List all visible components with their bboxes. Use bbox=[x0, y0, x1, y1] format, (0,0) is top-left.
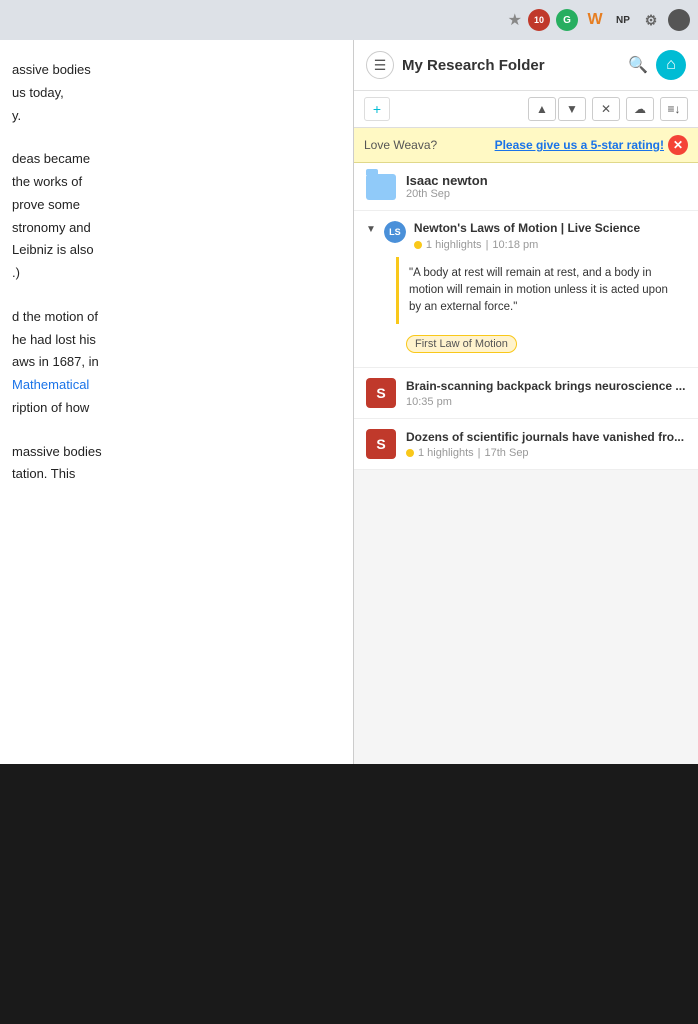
article-line: stronomy and bbox=[12, 218, 341, 239]
banner-link[interactable]: Please give us a 5-star rating! bbox=[495, 138, 664, 152]
article-text-panel: assive bodies us today, y. deas became t… bbox=[0, 40, 353, 764]
article-line: aws in 1687, in bbox=[12, 352, 341, 373]
cloud-icon: ☁ bbox=[634, 102, 646, 116]
science-news-favicon-1: S bbox=[366, 378, 396, 408]
avatar[interactable] bbox=[668, 9, 690, 31]
news-highlights-2: 1 highlights bbox=[418, 447, 474, 459]
highlight-dot-2 bbox=[406, 449, 414, 457]
article-line: massive bodies bbox=[12, 442, 341, 463]
source-item-info: Newton's Laws of Motion | Live Science 1… bbox=[414, 221, 686, 251]
news-title-2: Dozens of scientific journals have vanis… bbox=[406, 430, 684, 446]
home-icon: ⌂ bbox=[666, 56, 676, 74]
browser-chrome: ★ 10 G W NP ⚙ bbox=[0, 0, 698, 40]
article-line: deas became bbox=[12, 149, 341, 170]
weava-panel: ☰ My Research Folder 🔍 ⌂ + ▲ ▼ bbox=[353, 40, 698, 764]
home-button[interactable]: ⌂ bbox=[656, 50, 686, 80]
bookmark-icon[interactable]: ★ bbox=[508, 10, 522, 30]
main-area: assive bodies us today, y. deas became t… bbox=[0, 40, 698, 764]
folder-date: 20th Sep bbox=[406, 188, 488, 200]
panel-toolbar: + ▲ ▼ ✕ ☁ ≡↓ bbox=[354, 91, 698, 128]
chevron-down-icon: ▼ bbox=[566, 102, 578, 116]
article-line: Mathematical bbox=[12, 375, 341, 396]
panel-header: ☰ My Research Folder 🔍 ⌂ bbox=[354, 40, 698, 91]
quote-text: "A body at rest will remain at rest, and… bbox=[409, 267, 668, 314]
tag-row: First Law of Motion bbox=[396, 330, 686, 357]
folder-name: Isaac newton bbox=[406, 173, 488, 188]
panel-title: My Research Folder bbox=[402, 57, 620, 74]
meta-separator: | bbox=[486, 239, 489, 251]
highlight-quote-box: "A body at rest will remain at rest, and… bbox=[396, 257, 686, 325]
panel-menu-button[interactable]: ☰ bbox=[366, 51, 394, 79]
tag-label[interactable]: First Law of Motion bbox=[406, 335, 517, 353]
add-folder-button[interactable]: + bbox=[364, 97, 390, 121]
article-line: us today, bbox=[12, 83, 341, 104]
article-line: assive bodies bbox=[12, 60, 341, 81]
news-item-info-2: Dozens of scientific journals have vanis… bbox=[406, 430, 684, 460]
article-line: d the motion of bbox=[12, 307, 341, 328]
news-meta-2: 1 highlights | 17th Sep bbox=[406, 447, 684, 459]
list-view-button[interactable]: ≡↓ bbox=[660, 97, 688, 121]
sort-controls: ▲ ▼ bbox=[528, 97, 586, 121]
source-item: ▼ LS Newton's Laws of Motion | Live Scie… bbox=[354, 211, 698, 368]
mathematical-link[interactable]: Mathematical bbox=[12, 377, 89, 392]
source-item-header: ▼ LS Newton's Laws of Motion | Live Scie… bbox=[366, 221, 686, 251]
livescience-favicon: LS bbox=[384, 221, 406, 243]
cloud-sync-button[interactable]: ☁ bbox=[626, 97, 654, 121]
news-item-2[interactable]: S Dozens of scientific journals have van… bbox=[354, 419, 698, 470]
banner-close-button[interactable]: ✕ bbox=[668, 135, 688, 155]
folder-item[interactable]: Isaac newton 20th Sep bbox=[354, 163, 698, 211]
article-line: .) bbox=[12, 263, 341, 284]
folder-item-info: Isaac newton 20th Sep bbox=[406, 173, 488, 200]
folder-icon bbox=[366, 174, 396, 200]
article-line: the works of bbox=[12, 172, 341, 193]
source-meta: 1 highlights | 10:18 pm bbox=[414, 239, 686, 251]
extension-puzzle-icon[interactable]: ⚙ bbox=[640, 9, 662, 31]
source-time: 10:18 pm bbox=[492, 239, 538, 251]
article-line: y. bbox=[12, 106, 341, 127]
article-line: Leibniz is also bbox=[12, 240, 341, 261]
search-icon[interactable]: 🔍 bbox=[628, 55, 648, 75]
close-panel-button[interactable]: ✕ bbox=[592, 97, 620, 121]
love-banner: Love Weava? Please give us a 5-star rati… bbox=[354, 128, 698, 163]
news-title-1: Brain-scanning backpack brings neuroscie… bbox=[406, 379, 685, 395]
highlights-count: 1 highlights bbox=[426, 239, 482, 251]
news-item-1[interactable]: S Brain-scanning backpack brings neurosc… bbox=[354, 368, 698, 419]
meta-separator-2: | bbox=[478, 447, 481, 459]
highlight-dot bbox=[414, 241, 422, 249]
extension-g-icon[interactable]: G bbox=[556, 9, 578, 31]
expand-arrow-icon[interactable]: ▼ bbox=[366, 224, 376, 235]
news-date-2: 17th Sep bbox=[485, 447, 529, 459]
bottom-black-area bbox=[0, 764, 698, 1024]
chevron-up-icon: ▲ bbox=[536, 102, 548, 116]
extension-np-icon[interactable]: NP bbox=[612, 9, 634, 31]
list-icon: ≡↓ bbox=[667, 102, 680, 116]
article-line: ription of how bbox=[12, 398, 341, 419]
source-title[interactable]: Newton's Laws of Motion | Live Science bbox=[414, 221, 686, 237]
article-line: prove some bbox=[12, 195, 341, 216]
sort-down-button[interactable]: ▼ bbox=[558, 97, 586, 121]
add-icon: + bbox=[373, 101, 381, 117]
article-line: tation. This bbox=[12, 464, 341, 485]
science-news-favicon-2: S bbox=[366, 429, 396, 459]
panel-content: Isaac newton 20th Sep ▼ LS Newton's Laws… bbox=[354, 163, 698, 764]
extension-badge-icon[interactable]: 10 bbox=[528, 9, 550, 31]
close-icon: ✕ bbox=[601, 102, 611, 116]
news-item-info-1: Brain-scanning backpack brings neuroscie… bbox=[406, 379, 685, 409]
hamburger-icon: ☰ bbox=[374, 57, 387, 74]
banner-text: Love Weava? bbox=[364, 138, 491, 152]
extension-w-icon[interactable]: W bbox=[584, 9, 606, 31]
news-time-1: 10:35 pm bbox=[406, 396, 685, 408]
article-line: he had lost his bbox=[12, 330, 341, 351]
sort-up-button[interactable]: ▲ bbox=[528, 97, 556, 121]
source-favicon: LS bbox=[384, 221, 406, 243]
